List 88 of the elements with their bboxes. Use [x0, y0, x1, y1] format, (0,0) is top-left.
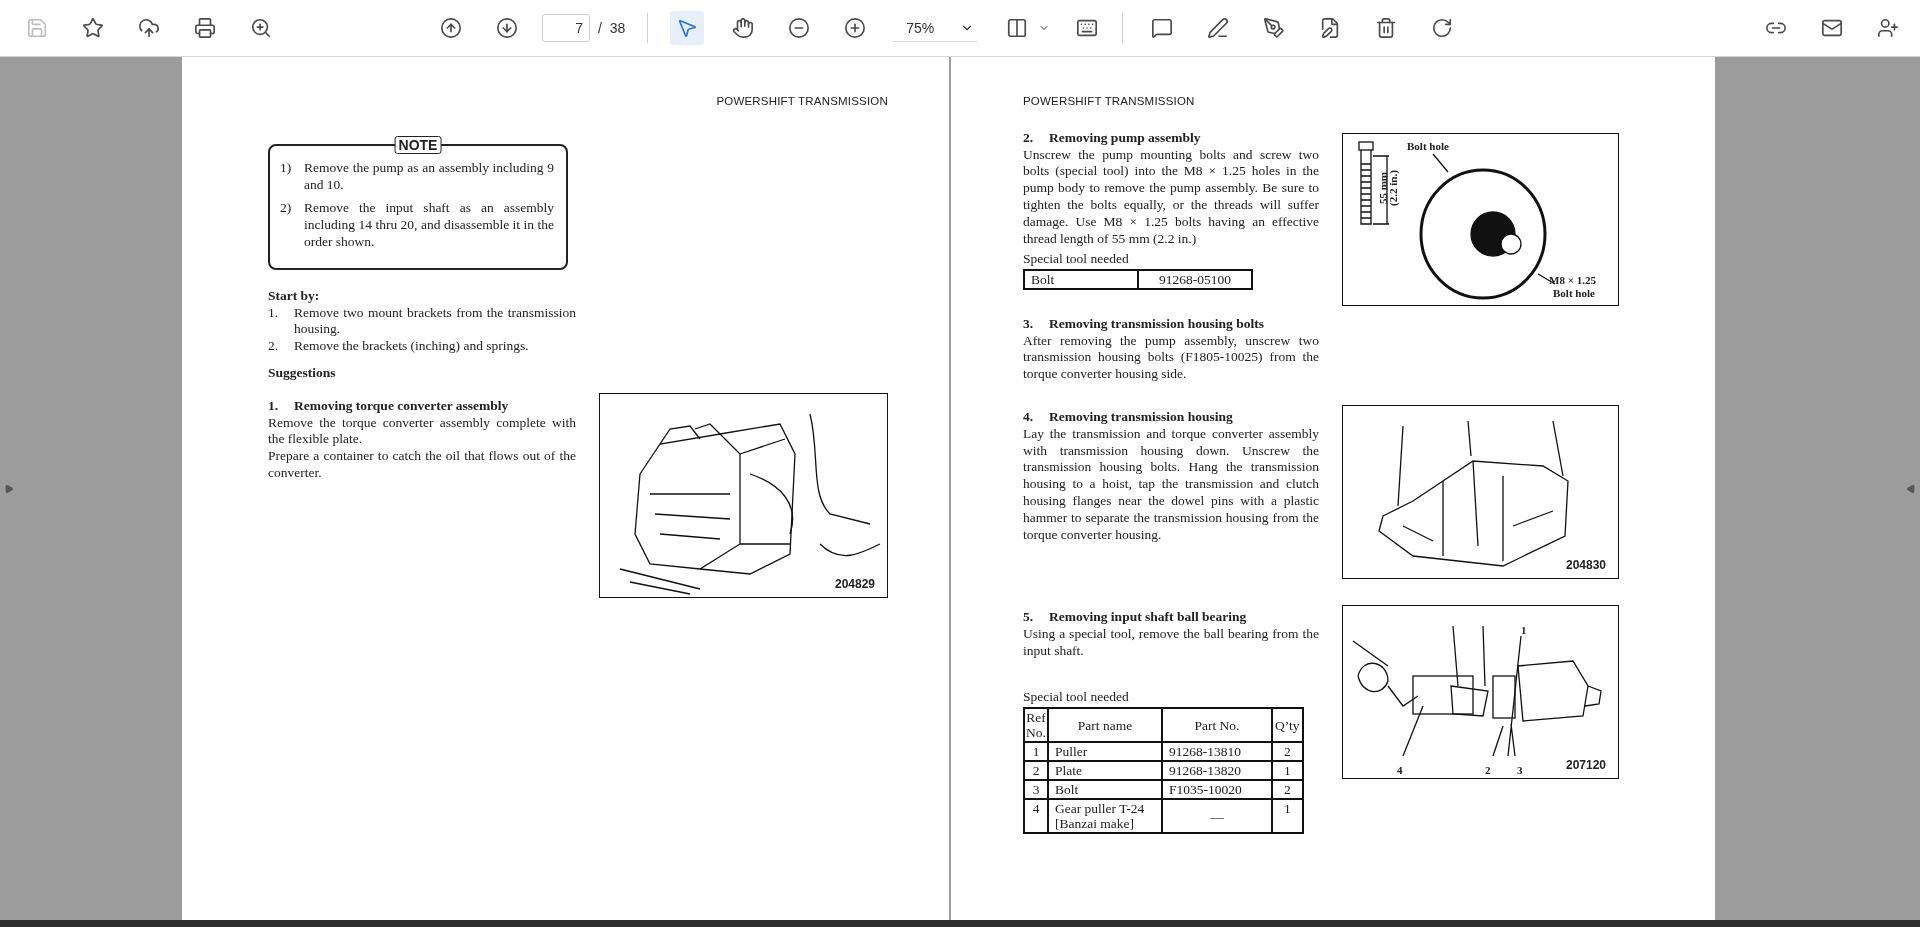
section-number: 2.	[1023, 129, 1035, 147]
figure-label: Bolt hole	[1553, 286, 1595, 299]
table-cell: 91268-13820	[1162, 761, 1272, 781]
suggestions-heading: Suggestions	[268, 364, 337, 382]
section-number: 3.	[1023, 315, 1035, 333]
table-header: Q’ty	[1272, 708, 1303, 743]
figure-label: 4	[1397, 764, 1403, 776]
star-icon	[82, 17, 104, 39]
note-label: NOTE	[394, 135, 442, 154]
section-title: Removing torque converter assembly	[294, 397, 510, 415]
table-cell: 2	[1024, 761, 1048, 781]
rotate-icon	[1431, 17, 1454, 39]
section-number: 1.	[268, 397, 280, 415]
section-number: 4.	[1023, 409, 1035, 426]
table-cell: F1035-10020	[1162, 780, 1272, 800]
pencil-icon	[1207, 17, 1230, 39]
save-icon	[26, 17, 48, 39]
plus-circle-icon	[844, 17, 867, 39]
figure-label: Bolt hole	[1407, 139, 1449, 152]
figure-number: 204830	[1565, 558, 1606, 572]
arrow-down-circle-icon	[496, 17, 518, 39]
table-caption: Special tool needed	[1023, 251, 1130, 269]
section-title: Removing transmission housing	[1049, 409, 1234, 426]
pen-nib-icon	[1263, 17, 1286, 39]
table-cell: 1	[1024, 742, 1048, 762]
section-title: Removing pump assembly	[1049, 129, 1202, 147]
section-number: 5.	[1023, 609, 1035, 626]
table-cell: 91268-13810	[1162, 742, 1272, 762]
table-cell: Bolt	[1024, 270, 1138, 290]
table-caption: Special tool needed	[1023, 689, 1130, 707]
section-title: Removing input shaft ball bearing	[1049, 609, 1248, 626]
figure-label: 3	[1517, 764, 1523, 776]
table-cell: Puller	[1048, 742, 1162, 762]
list-number: 2)	[280, 200, 293, 218]
start-by-heading: Start by:	[268, 287, 321, 305]
search-icon	[250, 17, 272, 39]
cloud-upload-icon	[138, 17, 160, 39]
page-total: / 38	[598, 20, 626, 36]
list-number: 1.	[268, 304, 280, 322]
note-text: Remove the input shaft as an assembly including 14 thru 20, and disassemble it in the order shown.	[304, 200, 554, 251]
paragraph: Using a special tool, remove the ball bearing from the input shaft.	[1023, 625, 1319, 660]
trash-icon	[1375, 17, 1398, 39]
envelope-icon	[1821, 17, 1844, 39]
table-cell: 1	[1272, 761, 1303, 781]
table-cell: Gear puller T-24 [Banzai make]	[1048, 799, 1162, 834]
page-number-field[interactable]: 7	[542, 14, 590, 42]
note-text: Remove the pump as an assembly including 9 and 10.	[304, 159, 554, 194]
table-cell: 91268-05100	[1138, 270, 1252, 290]
arrow-up-circle-icon	[440, 17, 462, 39]
table-cell: 2	[1272, 780, 1303, 800]
list-text: Remove the brackets (inching) and springs.	[294, 338, 530, 355]
figure-label: 2	[1485, 764, 1491, 776]
add-user-icon	[1877, 17, 1900, 39]
table-cell: Plate	[1048, 761, 1162, 781]
speech-bubble-icon	[1151, 17, 1174, 39]
table-cell: —	[1162, 799, 1272, 834]
list-text: Remove two mount brackets from the transmission housing.	[294, 304, 576, 339]
table-cell: 4	[1024, 799, 1048, 834]
table-cell: 3	[1024, 780, 1048, 800]
table-cell: 2	[1272, 742, 1303, 762]
paragraph: Prepare a container to catch the oil that flows out of the converter.	[268, 448, 576, 482]
hand-icon	[732, 17, 755, 39]
table-cell: 1	[1272, 799, 1303, 834]
minus-circle-icon	[788, 17, 811, 39]
page-header: POWERSHIFT TRANSMISSION	[1023, 94, 1196, 109]
paragraph: Unscrew the pump mounting bolts and screw two bolts (special tool) into the M8 × 1.25 holes in the pump body to remove the pump assembly. Be sure to tighten the bolts equally, or the threads will suffer damage. Use M8 × 1.25 bolts having an effective thread length of 55 mm (2.2 in.)	[1023, 146, 1319, 248]
table-header: Part name	[1048, 708, 1162, 743]
table-header: Ref No.	[1024, 708, 1048, 743]
paragraph: Remove the torque converter assembly complete with the flexible plate.	[268, 414, 576, 449]
section-title: Removing transmission housing bolts	[1049, 315, 1265, 333]
cursor-arrow-icon	[676, 17, 699, 39]
pointer-tool-button[interactable]	[670, 11, 705, 45]
keyboard-icon	[1076, 17, 1099, 39]
table-cell: Bolt	[1048, 780, 1162, 800]
printer-icon	[194, 17, 216, 39]
figure-number: 207120	[1565, 758, 1606, 772]
figure-number: 204829	[834, 576, 875, 591]
list-number: 2.	[268, 338, 280, 355]
expand-left-icon[interactable]	[4, 483, 14, 494]
two-columns-icon	[1006, 17, 1029, 39]
figure-label: 1	[1521, 624, 1527, 636]
list-number: 1)	[280, 159, 293, 177]
table-header: Part No.	[1162, 708, 1272, 743]
figure-label: M8 × 1.25	[1549, 273, 1596, 286]
expand-right-icon[interactable]	[1906, 483, 1916, 494]
paragraph: Lay the transmission and torque converter assembly with transmission housing down. Unscrew the transmission housing bolts. Hang the transmission housing to a hoist, tap the transmission and clutch housing flanges near the dowel pins with a plastic hammer to separate the transmission housing from the torque converter housing.	[1023, 425, 1319, 544]
page-header: POWERSHIFT TRANSMISSION	[716, 94, 888, 109]
paragraph: After removing the pump assembly, unscrew two transmission housing bolts (F1805-10025) from the torque converter housing side.	[1023, 332, 1319, 383]
